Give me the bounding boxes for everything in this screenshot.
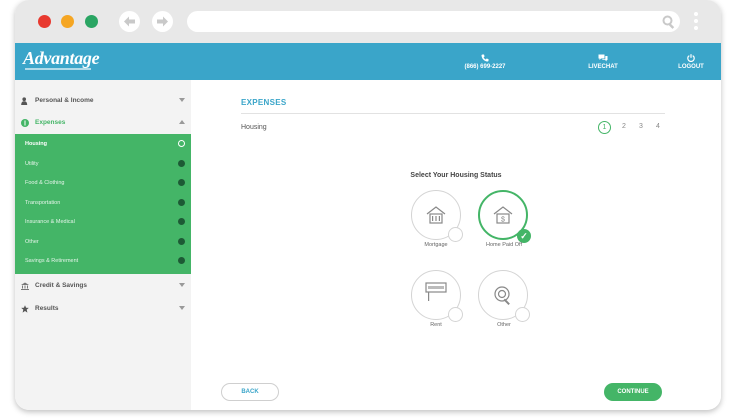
section-title: Housing	[241, 124, 267, 131]
option-label: Other	[497, 322, 511, 328]
sidebar-item-savings-retirement[interactable]: Savings & Retirement	[15, 251, 191, 271]
rent-sign-icon	[425, 282, 447, 301]
current-step-icon	[178, 140, 185, 147]
main-content: EXPENSES Housing 1 2 3 4 Select Your Hou…	[191, 80, 721, 410]
check-circle-icon	[178, 218, 185, 225]
sidebar-item-label: Housing	[25, 141, 47, 147]
sidebar-section-label: Results	[35, 305, 59, 312]
step-2[interactable]: 2	[618, 121, 630, 133]
logout-label: LOGOUT	[678, 64, 704, 70]
step-3[interactable]: 3	[635, 121, 647, 133]
check-circle-icon	[178, 257, 185, 264]
option-label: Rent	[430, 322, 442, 328]
sidebar-section-label: Personal & Income	[35, 97, 94, 104]
step-4[interactable]: 4	[652, 121, 664, 133]
sidebar-section-personal-income[interactable]: Personal & Income	[15, 90, 191, 112]
sidebar-item-transportation[interactable]: Transportation	[15, 193, 191, 213]
livechat-link[interactable]: LIVECHAT	[583, 54, 623, 70]
star-icon	[21, 305, 29, 313]
option-rent[interactable]	[411, 270, 463, 322]
divider	[241, 113, 665, 114]
option-other[interactable]	[478, 270, 530, 322]
sidebar-item-label: Utility	[25, 160, 39, 167]
check-circle-icon	[178, 198, 185, 206]
site-header: Advantage (866) 699-2227 LIVECHAT LOGOUT	[15, 43, 721, 80]
logo-tagline-bar	[25, 68, 91, 70]
house-bank-icon	[426, 206, 446, 224]
arrow-right-icon	[157, 16, 168, 27]
option-label: Mortgage	[424, 242, 448, 248]
chevron-down-icon	[179, 306, 185, 310]
sidebar-item-label: Other	[25, 238, 39, 245]
sidebar-item-utility[interactable]: Utility	[15, 154, 191, 174]
sidebar-section-label: Credit & Savings	[35, 282, 88, 289]
option-radio	[448, 227, 463, 242]
sidebar-section-label: Expenses	[35, 119, 66, 126]
sidebar-item-label: Savings & Retirement	[25, 258, 79, 264]
phone-number: (866) 699-2227	[464, 64, 506, 70]
house-dollar-icon: $	[493, 206, 513, 224]
sidebar-item-insurance-medical[interactable]: Insurance & Medical	[15, 212, 191, 232]
option-home-paid-off[interactable]: $ ✓	[478, 190, 531, 243]
svg-text:$: $	[501, 217, 505, 224]
browser-chrome	[15, 0, 721, 43]
expenses-subnav: Housing Utility Food & Clothing Transpor…	[15, 134, 191, 274]
option-radio	[448, 307, 463, 322]
check-circle-icon	[178, 159, 185, 167]
sidebar-item-label: Food & Clothing	[25, 180, 65, 186]
kebab-menu-icon[interactable]	[694, 12, 698, 32]
brand-logo[interactable]: Advantage	[23, 48, 100, 69]
question-label: Select Your Housing Status	[410, 172, 502, 179]
page-title: EXPENSES	[241, 98, 287, 107]
check-circle-icon	[178, 237, 185, 245]
sidebar-item-label: Transportation	[25, 199, 61, 206]
sidebar-section-results[interactable]: Results	[15, 298, 191, 320]
phone-link[interactable]: (866) 699-2227	[459, 54, 511, 70]
livechat-label: LIVECHAT	[588, 64, 618, 70]
back-nav-button[interactable]	[119, 11, 140, 32]
sidebar-item-food-clothing[interactable]: Food & Clothing	[15, 173, 191, 193]
chevron-down-icon	[179, 98, 185, 102]
step-1[interactable]: 1	[598, 121, 611, 134]
sidebar-item-other[interactable]: Other	[15, 232, 191, 252]
option-label: Home Paid Off	[486, 242, 522, 248]
sidebar-item-housing[interactable]: Housing	[15, 134, 191, 154]
option-radio	[515, 307, 530, 322]
maximize-window-button[interactable]	[85, 15, 98, 28]
dollar-circle-icon	[21, 119, 29, 127]
check-circle-icon	[178, 179, 185, 186]
chevron-down-icon	[179, 283, 185, 287]
phone-icon	[481, 54, 489, 62]
logout-link[interactable]: LOGOUT	[672, 54, 710, 70]
arrow-left-icon	[124, 16, 135, 27]
checkmark-icon: ✓	[517, 229, 531, 243]
continue-button[interactable]: CONTINUE	[604, 383, 662, 401]
address-bar[interactable]	[187, 11, 680, 32]
option-mortgage[interactable]	[411, 190, 463, 242]
power-icon	[687, 54, 695, 62]
minimize-window-button[interactable]	[61, 15, 74, 28]
close-window-button[interactable]	[38, 15, 51, 28]
browser-window: Advantage (866) 699-2227 LIVECHAT LOGOUT…	[15, 0, 721, 410]
sidebar-section-expenses[interactable]: Expenses	[15, 112, 191, 134]
search-icon	[494, 286, 510, 306]
sidebar: Personal & Income Expenses Housing Utili…	[15, 80, 191, 410]
person-icon	[21, 97, 28, 105]
sidebar-item-label: Insurance & Medical	[25, 219, 75, 225]
step-indicator: 1 2 3 4	[598, 121, 668, 135]
forward-nav-button[interactable]	[152, 11, 173, 32]
chevron-up-icon	[179, 120, 185, 124]
search-icon	[662, 15, 675, 29]
bank-icon	[21, 282, 29, 290]
sidebar-section-credit-savings[interactable]: Credit & Savings	[15, 275, 191, 297]
chat-bubbles-icon	[598, 54, 608, 62]
back-button[interactable]: BACK	[221, 383, 279, 401]
